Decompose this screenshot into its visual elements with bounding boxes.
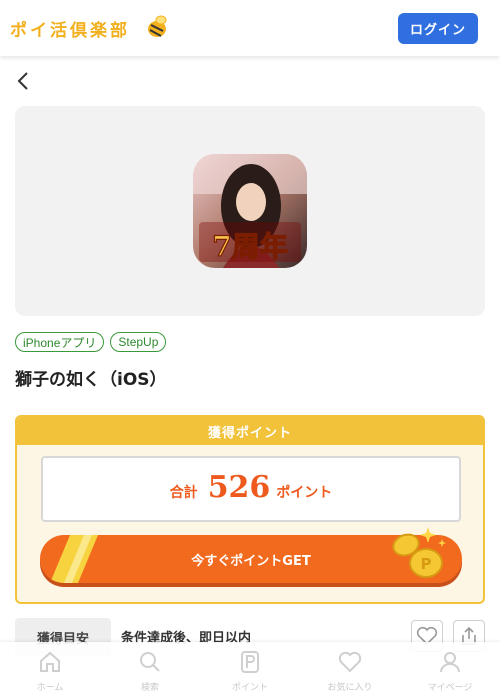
tab-home-label: ホーム — [36, 683, 64, 693]
heart-icon — [338, 651, 362, 673]
svg-text:P: P — [421, 555, 432, 573]
tab-home[interactable]: ホーム — [0, 642, 100, 700]
offer-hero: 7周年 — [15, 106, 485, 316]
tab-favorites[interactable]: お気に入り — [300, 642, 400, 700]
login-button[interactable]: ログイン — [398, 13, 478, 44]
offer-tags: iPhoneアプリ StepUp — [15, 332, 167, 352]
point-icon — [241, 651, 259, 673]
button-stripe-decoration — [50, 535, 98, 583]
tab-mypage[interactable]: マイページ — [400, 642, 500, 700]
tab-search-label: 検索 — [140, 683, 159, 693]
total-label: 合計 — [169, 485, 198, 501]
tab-search[interactable]: 検索 — [100, 642, 200, 700]
points-heading: 獲得ポイント — [17, 417, 483, 445]
home-icon — [40, 651, 60, 672]
site-logo[interactable]: ポイ活倶楽部 — [10, 16, 130, 41]
bee-logo-icon — [148, 15, 167, 37]
points-unit: ポイント — [276, 485, 333, 501]
search-icon — [140, 652, 160, 672]
app-icon-caption: 7周年 — [212, 230, 287, 263]
tab-favorites-label: お気に入り — [327, 683, 373, 693]
back-arrow-icon[interactable] — [14, 70, 34, 92]
tag-iphone-app: iPhoneアプリ — [15, 332, 105, 352]
app-header: ポイ活倶楽部 ログイン — [0, 0, 500, 56]
tag-stepup: StepUp — [110, 332, 167, 352]
total-points-value: 526 — [207, 470, 271, 505]
coins-icon: P — [392, 527, 446, 578]
app-icon[interactable]: 7周年 — [193, 154, 307, 268]
get-points-label: 今すぐポイントGET — [191, 553, 311, 569]
total-points-card: 合計 526 ポイント — [41, 456, 461, 522]
offer-title: 獅子の如く（iOS） — [15, 370, 167, 390]
tab-points-label: ポイント — [231, 683, 268, 693]
bottom-tab-bar: ホーム 検索 ポイント お気に入り マイページ — [0, 642, 500, 700]
user-icon — [440, 652, 460, 673]
tab-points[interactable]: ポイント — [200, 642, 300, 700]
tab-mypage-label: マイページ — [427, 683, 473, 693]
